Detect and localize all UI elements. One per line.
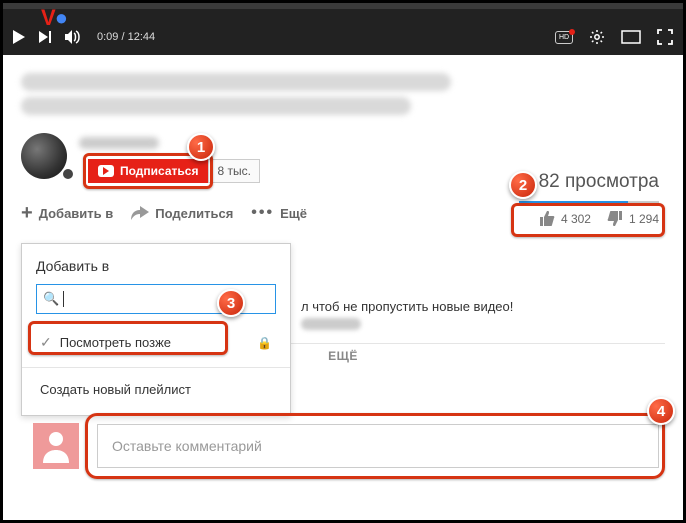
description-blurred — [301, 318, 361, 330]
video-subtitle-blurred — [21, 97, 411, 115]
create-playlist-button[interactable]: Создать новый плейлист — [36, 378, 276, 405]
like-count: 4 302 — [561, 212, 591, 226]
watch-later-row[interactable]: ✓ Посмотреть позже 🔒 — [36, 328, 276, 357]
lock-icon: 🔒 — [257, 336, 272, 350]
play-icon[interactable] — [13, 30, 25, 44]
more-label: Ещё — [280, 206, 307, 221]
share-arrow-icon — [131, 206, 149, 220]
more-dots-icon: ••• — [251, 204, 274, 222]
like-button[interactable]: 4 302 — [539, 211, 591, 226]
callout-badge-4: 4 — [647, 397, 675, 425]
show-more-button[interactable]: ЕЩЁ — [328, 349, 358, 363]
player-controls: 0:09 / 12:44 HD — [3, 19, 683, 55]
comment-input[interactable]: Оставьте комментарий — [97, 424, 659, 468]
watch-later-label: Посмотреть позже — [60, 335, 257, 350]
add-to-popup: Добавить в 🔍 ✓ Посмотреть позже 🔒 Создат… — [21, 243, 291, 416]
subscribe-group: Подписаться 8 тыс. — [88, 159, 260, 183]
callout-badge-1: 1 — [187, 133, 215, 161]
video-title-blurred — [21, 73, 451, 91]
player-time: 0:09 / 12:44 — [97, 31, 155, 43]
thumbs-down-icon — [607, 211, 623, 226]
user-avatar — [33, 423, 79, 469]
volume-icon[interactable] — [65, 29, 83, 45]
progress-bar[interactable] — [3, 3, 683, 9]
dislike-button[interactable]: 1 294 — [607, 211, 659, 226]
settings-gear-icon[interactable] — [589, 29, 605, 45]
video-player[interactable]: V● 0:09 / 12:44 HD — [3, 3, 683, 55]
description-snippet: л чтоб не пропустить новые видео! — [301, 299, 513, 330]
popup-title: Добавить в — [36, 258, 276, 274]
add-to-button[interactable]: + Добавить в — [21, 203, 113, 223]
subscriber-count: 8 тыс. — [208, 159, 259, 183]
fullscreen-icon[interactable] — [657, 29, 673, 45]
hd-badge-icon[interactable]: HD — [555, 31, 573, 44]
view-count: 82 просмотра — [539, 171, 659, 193]
share-label: Поделиться — [155, 206, 233, 221]
callout-badge-3: 3 — [217, 289, 245, 317]
youtube-play-icon — [98, 165, 114, 177]
verified-badge-icon — [61, 167, 75, 181]
dislike-count: 1 294 — [629, 212, 659, 226]
likes-row: 4 302 1 294 — [539, 211, 659, 226]
video-info: + Добавить в Поделиться ••• Ещё — [3, 55, 683, 223]
callout-badge-2: 2 — [509, 171, 537, 199]
like-ratio-bar — [519, 201, 659, 203]
more-button[interactable]: ••• Ещё — [251, 204, 307, 222]
comment-placeholder: Оставьте комментарий — [112, 438, 262, 454]
comment-composer: Оставьте комментарий — [33, 423, 659, 469]
popup-divider — [22, 367, 290, 368]
text-caret — [63, 291, 64, 307]
check-icon: ✓ — [40, 334, 52, 351]
subscribe-button[interactable]: Подписаться — [88, 159, 208, 183]
subscribe-label: Подписаться — [120, 164, 198, 178]
plus-icon: + — [21, 203, 33, 223]
share-button[interactable]: Поделиться — [131, 206, 233, 221]
description-line: л чтоб не пропустить новые видео! — [301, 299, 513, 314]
next-icon[interactable] — [39, 31, 51, 43]
search-icon: 🔍 — [43, 291, 59, 307]
channel-name-blurred — [79, 137, 159, 149]
theater-mode-icon[interactable] — [621, 30, 641, 44]
thumbs-up-icon — [539, 211, 555, 226]
app-frame: V● 0:09 / 12:44 HD — [0, 0, 686, 523]
add-to-label: Добавить в — [39, 206, 114, 221]
